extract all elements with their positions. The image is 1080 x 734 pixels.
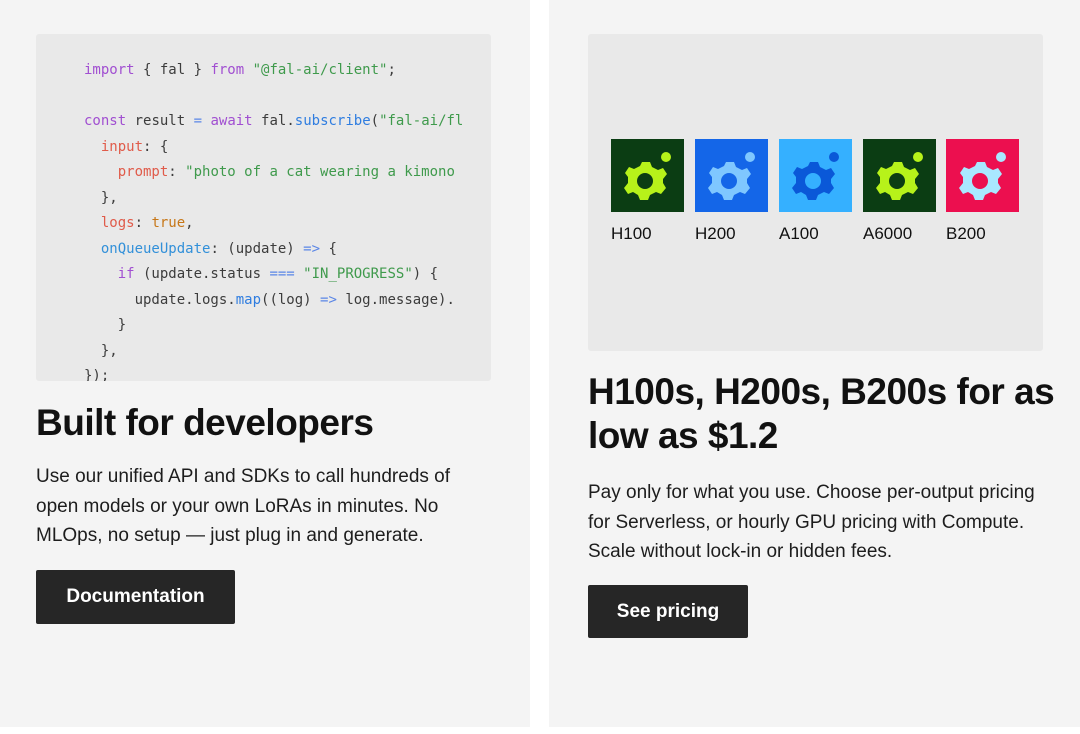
code-token: === [269,266,295,282]
code-line: import { fal } from "@fal-ai/client"; [84,58,462,84]
pricing-card: H100 H200 A100 A6000 B200 H100s, H200s, B200… [549,0,1080,727]
code-token: (update.status [134,266,270,282]
code-line: }, [84,186,462,212]
code-line: prompt: "photo of a cat wearing a kimono [84,160,462,186]
gpu-chip-icon [946,139,1019,212]
code-token: result [126,113,194,129]
gpu-lineup-panel: H100 H200 A100 A6000 B200 [588,34,1043,351]
code-token: }, [84,189,118,206]
gpu-chip-icon [695,139,768,212]
code-token: "IN_PROGRESS" [303,266,413,282]
code-token: await [210,113,253,129]
code-token: ; [387,62,396,78]
pricing-description: Pay only for what you use. Choose per-ou… [588,482,1035,562]
code-line: } [84,313,462,339]
code-token: "@fal-ai/client" [252,62,388,78]
code-line: logs: true, [84,211,462,237]
code-token: const [84,113,127,129]
code-token: true [151,215,186,231]
code-token: update.logs. [84,291,236,308]
code-token: import [84,62,135,78]
code-token: prompt [117,164,169,180]
code-line: const result = await fal.subscribe("fal-… [84,109,462,135]
code-token: , [185,215,194,231]
see-pricing-button[interactable]: See pricing [588,585,748,638]
code-line: }); [84,364,462,381]
code-sample-panel: import { fal } from "@fal-ai/client"; co… [36,34,491,381]
gpu-label: H100 [611,224,652,243]
code-token: { [320,240,337,257]
code-token: = [193,113,203,129]
code-token: "photo of a cat wearing a kimono [185,164,455,180]
code-token: }); [84,368,110,381]
code-token: ( [370,113,380,129]
code-token: => [303,240,321,257]
code-line: }, [84,339,462,365]
gpu-chip-icon [611,139,684,212]
code-line: update.logs.map((log) => log.message). [84,288,462,314]
code-token: : (update) [210,240,304,257]
code-token: : [168,164,186,180]
developers-card: import { fal } from "@fal-ai/client"; co… [0,0,530,727]
code-token: : [134,215,152,231]
code-token: { fal } [134,62,211,78]
code-token: ((log) [261,291,321,308]
gpu-chip-icon [779,139,852,212]
developers-heading: Built for developers [36,402,374,443]
gpu-label: A100 [779,224,819,243]
gpu-label: A6000 [863,224,913,243]
code-token: map [235,291,262,308]
documentation-button[interactable]: Documentation [36,570,235,624]
code-line: onQueueUpdate: (update) => { [84,237,462,263]
code-token: : { [143,138,169,155]
gpu-label: H200 [695,224,736,243]
code-token: input [100,138,144,155]
code-token: logs [100,215,135,231]
gpu-label: B200 [946,224,986,243]
code-token: fal. [252,113,295,129]
gpu-chip-icon [863,139,936,212]
code-line: input: { [84,135,462,161]
code-line: if (update.status === "IN_PROGRESS") { [84,262,462,288]
code-token: } [84,317,127,333]
code-token: }, [84,342,118,359]
developers-description: Use our unified API and SDKs to call hun… [36,466,451,546]
code-token: if [117,266,135,282]
code-token: ) { [412,266,439,282]
pricing-heading: H100s, H200s, B200s for as low as $1.2 [588,371,1055,456]
code-token: => [320,291,337,308]
code-token: onQueueUpdate [100,240,211,257]
code-token: "fal-ai/fl [379,113,462,129]
code-token: from [210,62,245,78]
code-token: log.message). [336,291,455,308]
code-token: subscribe [294,113,371,129]
code-sample: import { fal } from "@fal-ai/client"; co… [84,58,462,381]
